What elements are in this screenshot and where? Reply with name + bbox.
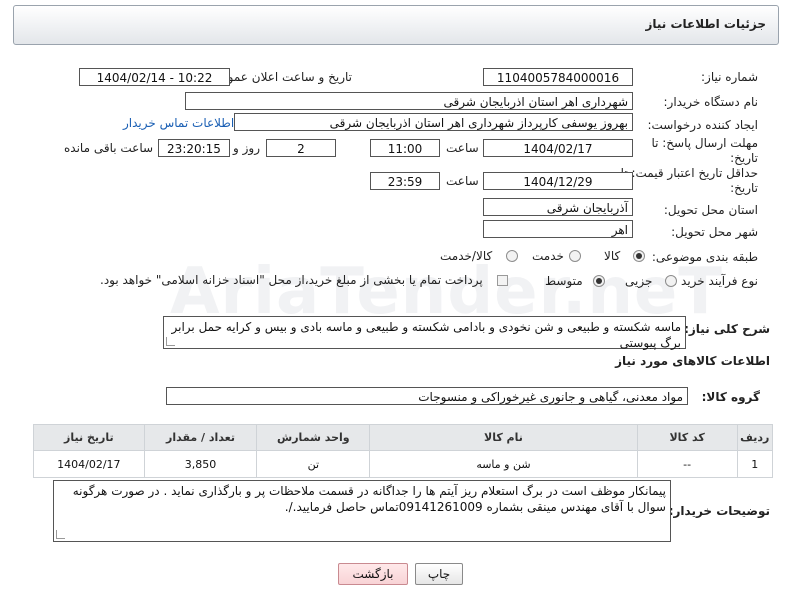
city-field: اهر [483,220,633,238]
description-textarea: ماسه شکسته و طبیعی و شن نخودی و بادامی ش… [163,316,686,350]
goods-section-title: اطلاعات کالاهای مورد نیاز [615,354,770,368]
category-option-both: کالا/خدمت [440,249,493,263]
category-option-service: خدمت [532,249,564,263]
deadline-label: مهلت ارسال پاسخ: تا تاریخ: [651,136,758,165]
buyer-notes-text: پیمانکار موظف است در برگ استعلام ریز آیت… [72,484,666,514]
need-number-label: شماره نیاز: [701,70,758,84]
page-title: جزئیات اطلاعات نیاز [645,17,766,31]
validity-time-field: 23:59 [370,172,440,190]
description-label: شرح کلی نیاز: [684,322,770,336]
description-text: ماسه شکسته و طبیعی و شن نخودی و بادامی ش… [171,320,682,350]
col-name: نام کالا [369,424,638,451]
header-panel: جزئیات اطلاعات نیاز [13,5,779,45]
cell-name: شن و ماسه [369,450,638,478]
goods-group-label: گروه کالا: [701,390,760,404]
table-row: 1 -- شن و ماسه تن 3,850 1404/02/17 [33,450,774,478]
cell-unit: تن [256,450,371,478]
col-qty: تعداد / مقدار [143,424,258,451]
city-label: شهر محل تحویل: [671,225,758,239]
col-date: تاریخ نیاز [33,424,145,451]
validity-time-label: ساعت [446,174,479,188]
resize-handle-icon[interactable] [166,337,175,346]
back-button[interactable]: بازگشت [338,563,408,585]
validity-date-field: 1404/12/29 [483,172,633,190]
days-label: روز و [233,141,260,155]
contact-link[interactable]: اطلاعات تماس خریدار [123,116,234,130]
goods-group-field: مواد معدنی، گیاهی و جانوری غیرخوراکی و م… [166,387,688,405]
buyer-org-label: نام دستگاه خریدار: [663,95,759,109]
treasury-checkbox[interactable] [497,275,508,286]
category-radio-service[interactable] [569,250,581,262]
announce-field: 1404/02/14 - 10:22 [79,68,230,86]
process-option-minor: جزیی [625,274,653,288]
need-number-field: 1104005784000016 [483,68,633,86]
province-field: آذربایجان شرقی [483,198,633,216]
creator-label: ایجاد کننده درخواست: [647,118,758,132]
category-option-goods: کالا [604,249,621,263]
cell-qty: 3,850 [143,450,258,478]
payment-note: پرداخت تمام یا بخشی از مبلغ خرید،از محل … [100,273,483,287]
cell-code: -- [636,450,738,478]
cell-row: 1 [736,450,774,478]
process-radio-minor[interactable] [665,275,677,287]
goods-table: ردیف کد کالا نام کالا واحد شمارش تعداد /… [33,424,774,478]
deadline-time-label: ساعت [446,141,479,155]
category-radio-both[interactable] [506,250,518,262]
col-unit: واحد شمارش [256,424,371,451]
col-row: ردیف [736,424,774,451]
resize-handle-icon[interactable] [56,530,65,539]
validity-label: حداقل تاریخ اعتبار قیمت: تا تاریخ: [620,166,758,195]
buyer-notes-textarea: پیمانکار موظف است در برگ استعلام ریز آیت… [53,480,671,542]
buyer-notes-label: توضیحات خریدار: [668,504,770,518]
creator-field: بهروز یوسفی کارپرداز شهرداری اهر استان ا… [234,113,633,131]
process-option-medium: متوسط [545,274,583,288]
buyer-org-field: شهرداری اهر استان اذربایجان شرقی [185,92,633,110]
category-label: طبقه بندی موضوعی: [651,250,758,264]
remaining-label: ساعت باقی مانده [64,141,154,155]
print-button[interactable]: چاپ [415,563,463,585]
deadline-time-field: 11:00 [370,139,440,157]
days-field: 2 [266,139,336,157]
cell-date: 1404/02/17 [33,450,145,478]
process-label: نوع فرآیند خرید : [673,274,758,288]
category-radio-goods[interactable] [633,250,645,262]
remaining-field: 23:20:15 [158,139,230,157]
deadline-date-field: 1404/02/17 [483,139,633,157]
goods-table-header: ردیف کد کالا نام کالا واحد شمارش تعداد /… [33,424,774,451]
col-code: کد کالا [636,424,738,451]
process-radio-medium[interactable] [593,275,605,287]
province-label: استان محل تحویل: [663,203,758,217]
